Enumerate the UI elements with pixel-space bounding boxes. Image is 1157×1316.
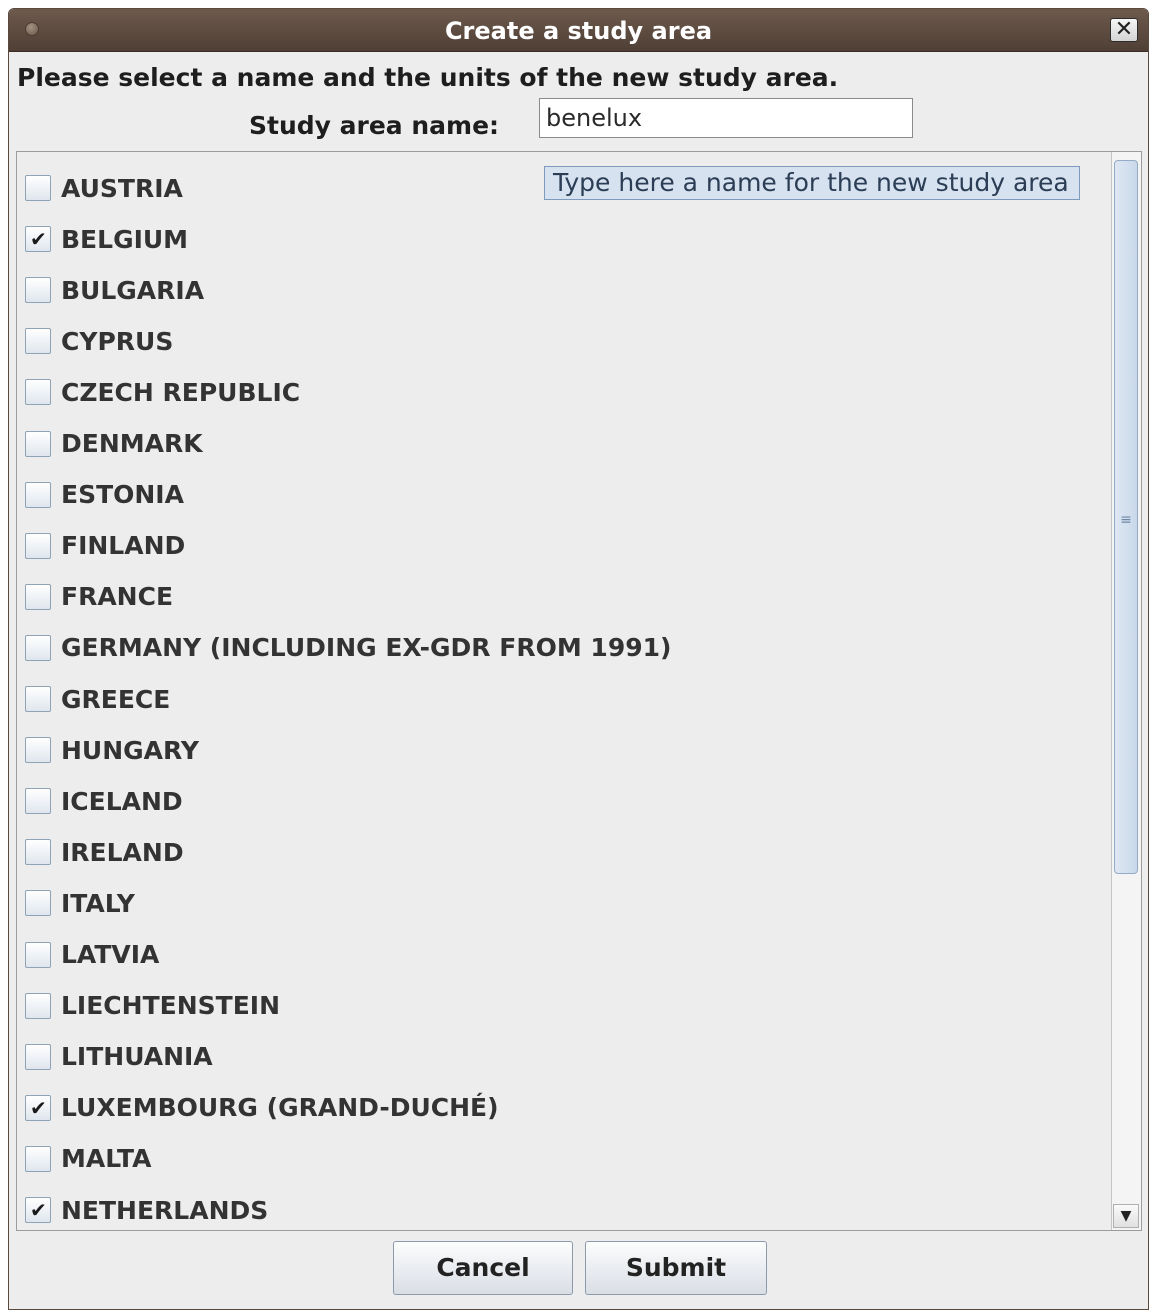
close-icon[interactable]: ✕ (1110, 18, 1138, 42)
country-item[interactable]: LATVIA (25, 935, 159, 975)
checkbox-unchecked[interactable] (25, 941, 51, 968)
country-label: HUNGARY (61, 735, 200, 765)
checkbox-unchecked[interactable] (25, 583, 51, 610)
country-item[interactable]: DENMARK (25, 424, 203, 464)
cancel-button[interactable]: Cancel (393, 1241, 573, 1295)
country-item[interactable]: ✔ NETHERLANDS (25, 1190, 268, 1230)
country-label: GREECE (61, 684, 171, 714)
name-tooltip: Type here a name for the new study area (544, 166, 1080, 200)
country-item[interactable]: LITHUANIA (25, 1037, 213, 1077)
grip-icon: ≡ (1120, 512, 1132, 528)
country-item[interactable]: ESTONIA (25, 475, 184, 515)
country-item[interactable]: HUNGARY (25, 730, 199, 770)
country-item[interactable]: ✔ LUXEMBOURG (GRAND-DUCHÉ) (25, 1088, 499, 1128)
country-label: IRELAND (61, 837, 184, 867)
country-label: MALTA (61, 1144, 152, 1174)
country-label: ITALY (61, 888, 135, 918)
scroll-thumb[interactable]: ≡ (1114, 160, 1138, 874)
checkbox-unchecked[interactable] (25, 379, 51, 406)
country-item[interactable]: BULGARIA (25, 270, 204, 310)
checkbox-unchecked[interactable] (25, 686, 51, 712)
country-item[interactable]: AUSTRIA (25, 168, 183, 208)
country-item[interactable]: LIECHTENSTEIN (25, 986, 280, 1026)
checkbox-checked[interactable]: ✔ (25, 1197, 51, 1223)
checkbox-unchecked[interactable] (25, 175, 51, 201)
checkbox-unchecked[interactable] (25, 634, 51, 661)
checkbox-unchecked[interactable] (25, 737, 51, 764)
dialog-title: Create a study area (444, 17, 713, 45)
country-label: NETHERLANDS (61, 1195, 269, 1225)
country-label: BELGIUM (61, 224, 189, 254)
create-study-area-dialog: Create a study area ✕ Please select a na… (8, 8, 1149, 1310)
checkmark-icon: ✔ (30, 1198, 47, 1222)
checkbox-unchecked[interactable] (25, 481, 51, 508)
checkbox-unchecked[interactable] (25, 839, 51, 866)
country-label: LATVIA (61, 940, 160, 969)
vertical-scrollbar[interactable]: ≡ ▼ (1111, 152, 1141, 1230)
country-label: FINLAND (61, 531, 186, 561)
checkbox-checked[interactable]: ✔ (25, 226, 51, 253)
checkbox-unchecked[interactable] (25, 992, 51, 1019)
country-label: ICELAND (61, 786, 183, 816)
country-item[interactable]: FINLAND (25, 526, 185, 566)
country-item[interactable]: CZECH REPUBLIC (25, 372, 300, 412)
country-item[interactable]: FRANCE (25, 577, 173, 617)
checkbox-unchecked[interactable] (25, 277, 51, 304)
checkbox-unchecked[interactable] (25, 430, 51, 457)
checkbox-unchecked[interactable] (25, 1145, 51, 1172)
country-label: DENMARK (61, 429, 203, 458)
country-label: FRANCE (61, 582, 174, 612)
country-label: ESTONIA (61, 480, 184, 510)
country-item[interactable]: IRELAND (25, 832, 184, 872)
country-label: AUSTRIA (61, 173, 183, 203)
country-item[interactable]: ✔ BELGIUM (25, 219, 188, 259)
country-label: LITHUANIA (61, 1042, 213, 1072)
scroll-down-arrow-icon[interactable]: ▼ (1113, 1204, 1139, 1228)
country-label: CYPRUS (61, 326, 174, 356)
checkmark-icon: ✔ (30, 227, 47, 252)
checkmark-icon: ✔ (30, 1095, 47, 1120)
checkbox-unchecked[interactable] (25, 890, 51, 917)
country-item[interactable]: ITALY (25, 883, 135, 923)
country-label: LIECHTENSTEIN (61, 991, 280, 1021)
checkbox-unchecked[interactable] (25, 1043, 51, 1070)
country-item[interactable]: GREECE (25, 679, 170, 719)
study-area-name-label: Study area name: (249, 111, 500, 140)
country-item[interactable]: MALTA (25, 1139, 151, 1179)
country-item[interactable]: ICELAND (25, 781, 183, 821)
checkbox-unchecked[interactable] (25, 788, 51, 815)
checkbox-unchecked[interactable] (25, 532, 51, 559)
country-list-panel: AUSTRIA ✔ BELGIUM BULGARIA CYPRUS CZECH REPUB… (16, 151, 1142, 1231)
country-label: CZECH REPUBLIC (61, 377, 301, 407)
checkbox-unchecked[interactable] (25, 328, 51, 355)
country-label: GERMANY (INCLUDING EX-GDR FROM 1991) (61, 633, 672, 663)
checkbox-checked[interactable]: ✔ (25, 1094, 51, 1121)
country-item[interactable]: GERMANY (INCLUDING EX-GDR FROM 1991) (25, 628, 671, 668)
country-label: BULGARIA (61, 275, 205, 305)
study-area-name-input[interactable] (539, 98, 913, 138)
title-bar[interactable]: Create a study area ✕ (9, 9, 1148, 52)
submit-button[interactable]: Submit (585, 1241, 767, 1295)
country-item[interactable]: CYPRUS (25, 321, 173, 361)
country-label: LUXEMBOURG (GRAND-DUCHÉ) (61, 1093, 499, 1123)
instruction-text: Please select a name and the units of th… (17, 63, 839, 92)
